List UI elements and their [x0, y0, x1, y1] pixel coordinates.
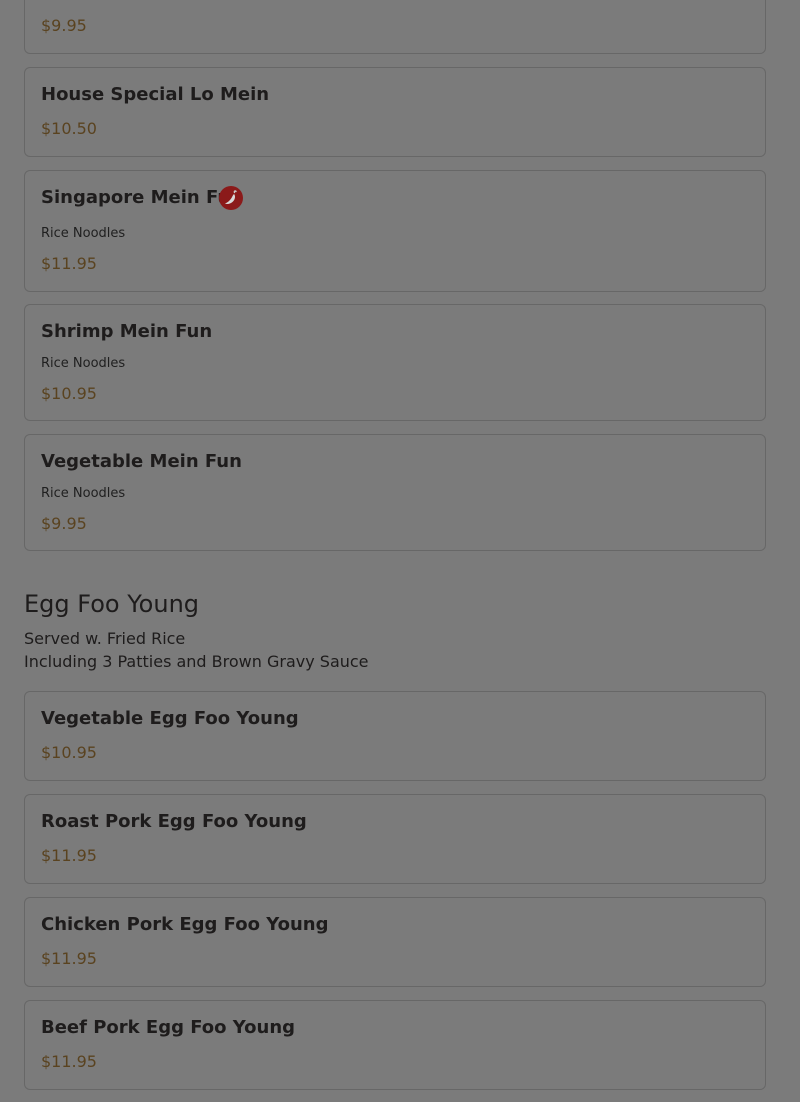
item-price: $11.95	[41, 846, 97, 865]
item-name: Vegetable Mein Fun	[41, 451, 242, 472]
item-name: Chicken Pork Egg Foo Young	[41, 914, 329, 935]
item-price: $11.95	[41, 949, 97, 968]
item-description: Rice Noodles	[41, 226, 126, 241]
menu-item-card[interactable]: Shrimp Mein Fun Rice Noodles $10.95	[24, 304, 766, 421]
item-name: Roast Pork Egg Foo Young	[41, 811, 307, 832]
item-price: $9.95	[41, 16, 87, 35]
section-note: Including 3 Patties and Brown Gravy Sauc…	[24, 652, 369, 671]
menu-page: $9.95 House Special Lo Mein $10.50 Singa…	[0, 0, 800, 1102]
menu-item-card[interactable]: Beef Pork Egg Foo Young $11.95	[24, 1000, 766, 1090]
item-name: Beef Pork Egg Foo Young	[41, 1017, 296, 1038]
menu-item-card[interactable]: $9.95	[24, 0, 766, 54]
item-price: $11.95	[41, 1052, 97, 1071]
item-price: $11.95	[41, 254, 97, 273]
item-description: Rice Noodles	[41, 486, 126, 501]
spicy-pepper-icon	[219, 186, 243, 210]
menu-item-card[interactable]: Roast Pork Egg Foo Young $11.95	[24, 794, 766, 884]
menu-item-card[interactable]: Vegetable Egg Foo Young $10.95	[24, 691, 766, 781]
item-description: Rice Noodles	[41, 356, 126, 371]
section-note: Served w. Fried Rice	[24, 629, 186, 648]
item-price: $10.95	[41, 384, 97, 403]
menu-item-card[interactable]: Chicken Pork Egg Foo Young $11.95	[24, 897, 766, 987]
menu-item-card[interactable]: House Special Lo Mein $10.50	[24, 67, 766, 157]
item-name: House Special Lo Mein	[41, 84, 270, 105]
item-name: Vegetable Egg Foo Young	[41, 708, 299, 729]
item-name: Singapore Mein Fun	[41, 187, 243, 208]
section-title: Egg Foo Young	[24, 590, 200, 618]
item-price: $9.95	[41, 514, 87, 533]
menu-item-card[interactable]: Singapore Mein Fun Rice Noodles $11.95	[24, 170, 766, 292]
item-price: $10.95	[41, 743, 97, 762]
item-price: $10.50	[41, 119, 97, 138]
item-name: Shrimp Mein Fun	[41, 321, 213, 342]
menu-item-card[interactable]: Vegetable Mein Fun Rice Noodles $9.95	[24, 434, 766, 551]
